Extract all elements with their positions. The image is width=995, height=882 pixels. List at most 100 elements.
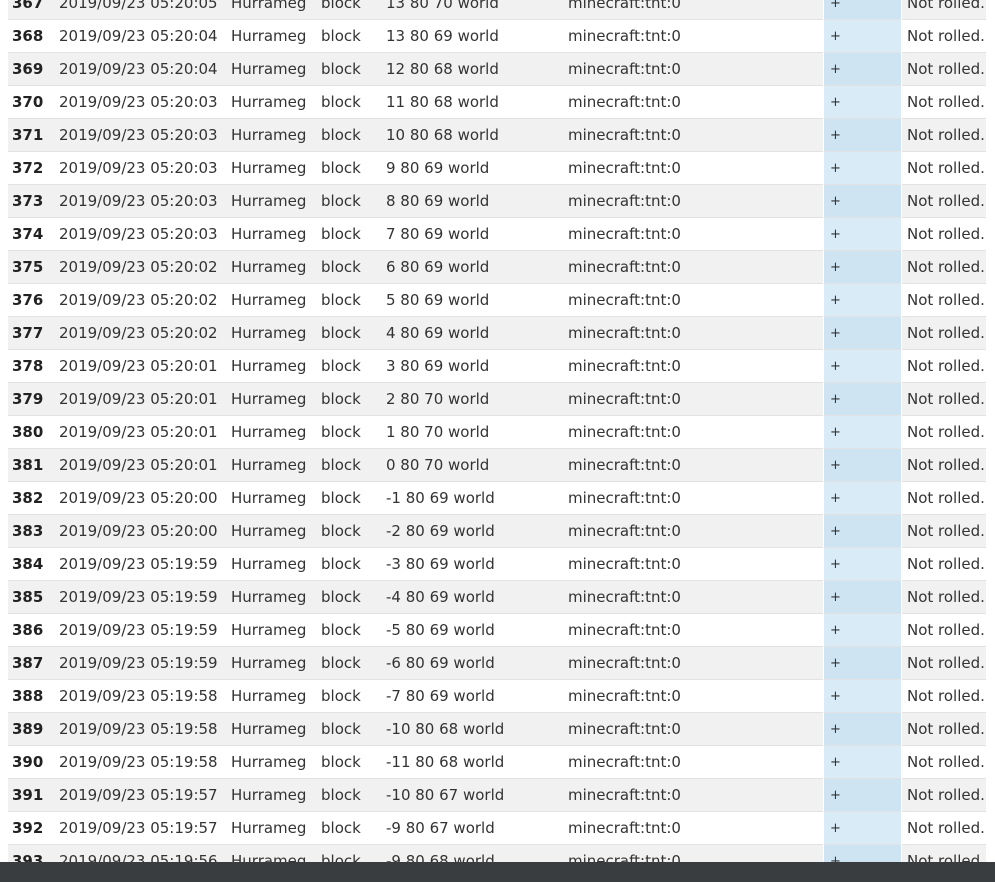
coordinates-cell: -4 80 69 world xyxy=(386,580,568,614)
rollback-button[interactable]: + xyxy=(823,580,902,614)
rollback-status-cell: Not rolled. xyxy=(901,712,986,746)
rollback-button[interactable]: + xyxy=(823,19,902,53)
user-cell: Hurrameg xyxy=(231,19,321,53)
item-cell: minecraft:tnt:0 xyxy=(568,448,815,482)
rollback-button[interactable]: + xyxy=(823,52,902,86)
spacer-cell xyxy=(815,316,824,350)
rollback-button[interactable]: + xyxy=(823,712,902,746)
spacer-cell xyxy=(815,679,824,713)
table-row: 389 2019/09/23 05:19:58 Hurrameg block -10 8… xyxy=(8,712,986,746)
rollback-button[interactable]: + xyxy=(823,349,902,383)
rollback-button[interactable]: + xyxy=(823,811,902,845)
action-cell: block xyxy=(321,811,386,845)
row-id: 393 xyxy=(8,844,59,862)
user-cell: Hurrameg xyxy=(231,646,321,680)
rollback-button[interactable]: + xyxy=(823,184,902,218)
rollback-button[interactable]: + xyxy=(823,613,902,647)
table-row: 390 2019/09/23 05:19:58 Hurrameg block -11 8… xyxy=(8,745,986,779)
action-cell: block xyxy=(321,778,386,812)
timestamp-cell: 2019/09/23 05:20:04 xyxy=(59,19,231,53)
row-id: 372 xyxy=(8,151,59,185)
table-row: 376 2019/09/23 05:20:02 Hurrameg block 5 80 … xyxy=(8,283,986,317)
action-cell: block xyxy=(321,316,386,350)
rollback-button[interactable]: + xyxy=(823,547,902,581)
coordinates-cell: 0 80 70 world xyxy=(386,448,568,482)
rollback-button[interactable]: + xyxy=(823,646,902,680)
coordinates-cell: -1 80 69 world xyxy=(386,481,568,515)
user-cell: Hurrameg xyxy=(231,712,321,746)
coordinates-cell: -5 80 69 world xyxy=(386,613,568,647)
coordinates-cell: -11 80 68 world xyxy=(386,745,568,779)
rollback-button[interactable]: + xyxy=(823,844,902,862)
rollback-button[interactable]: + xyxy=(823,745,902,779)
rollback-button[interactable]: + xyxy=(823,679,902,713)
table-row: 380 2019/09/23 05:20:01 Hurrameg block 1 80 … xyxy=(8,415,986,449)
row-id: 386 xyxy=(8,613,59,647)
rollback-button[interactable]: + xyxy=(823,283,902,317)
action-cell: block xyxy=(321,184,386,218)
rollback-button[interactable]: + xyxy=(823,481,902,515)
rollback-button[interactable]: + xyxy=(823,316,902,350)
user-cell: Hurrameg xyxy=(231,613,321,647)
spacer-cell xyxy=(815,514,824,548)
rollback-button[interactable]: + xyxy=(823,85,902,119)
rollback-status-cell: Not rolled. xyxy=(901,679,986,713)
row-id: 367 xyxy=(8,0,59,20)
spacer-cell xyxy=(815,844,824,862)
rollback-status-cell: Not rolled. xyxy=(901,415,986,449)
rollback-button[interactable]: + xyxy=(823,217,902,251)
user-cell: Hurrameg xyxy=(231,52,321,86)
action-cell: block xyxy=(321,679,386,713)
action-cell: block xyxy=(321,283,386,317)
rollback-button[interactable]: + xyxy=(823,250,902,284)
timestamp-cell: 2019/09/23 05:20:03 xyxy=(59,85,231,119)
table-row: 370 2019/09/23 05:20:03 Hurrameg block 11 80… xyxy=(8,85,986,119)
block-log-table: 367 2019/09/23 05:20:05 Hurrameg block 13 80… xyxy=(8,0,986,862)
row-id: 392 xyxy=(8,811,59,845)
row-id: 384 xyxy=(8,547,59,581)
rollback-status-cell: Not rolled. xyxy=(901,481,986,515)
coordinates-cell: 4 80 69 world xyxy=(386,316,568,350)
rollback-status-cell: Not rolled. xyxy=(901,547,986,581)
rollback-status-cell: Not rolled. xyxy=(901,316,986,350)
action-cell: block xyxy=(321,217,386,251)
coordinates-cell: -10 80 67 world xyxy=(386,778,568,812)
user-cell: Hurrameg xyxy=(231,184,321,218)
table-row: 383 2019/09/23 05:20:00 Hurrameg block -2 80… xyxy=(8,514,986,548)
row-id: 391 xyxy=(8,778,59,812)
action-cell: block xyxy=(321,415,386,449)
table-row: 369 2019/09/23 05:20:04 Hurrameg block 12 80… xyxy=(8,52,986,86)
timestamp-cell: 2019/09/23 05:20:03 xyxy=(59,184,231,218)
row-id: 379 xyxy=(8,382,59,416)
log-table-viewport[interactable]: 367 2019/09/23 05:20:05 Hurrameg block 13 80… xyxy=(0,0,995,862)
timestamp-cell: 2019/09/23 05:20:05 xyxy=(59,0,231,20)
rollback-button[interactable]: + xyxy=(823,0,902,20)
rollback-button[interactable]: + xyxy=(823,778,902,812)
rollback-button[interactable]: + xyxy=(823,448,902,482)
user-cell: Hurrameg xyxy=(231,811,321,845)
rollback-status-cell: Not rolled. xyxy=(901,151,986,185)
timestamp-cell: 2019/09/23 05:19:59 xyxy=(59,646,231,680)
rollback-button[interactable]: + xyxy=(823,415,902,449)
table-row: 374 2019/09/23 05:20:03 Hurrameg block 7 80 … xyxy=(8,217,986,251)
spacer-cell xyxy=(815,415,824,449)
rollback-status-cell: Not rolled. xyxy=(901,118,986,152)
coordinates-cell: 13 80 70 world xyxy=(386,0,568,20)
rollback-button[interactable]: + xyxy=(823,514,902,548)
table-row: 375 2019/09/23 05:20:02 Hurrameg block 6 80 … xyxy=(8,250,986,284)
rollback-status-cell: Not rolled. xyxy=(901,448,986,482)
rollback-button[interactable]: + xyxy=(823,382,902,416)
user-cell: Hurrameg xyxy=(231,151,321,185)
timestamp-cell: 2019/09/23 05:19:59 xyxy=(59,580,231,614)
coordinates-cell: 11 80 68 world xyxy=(386,85,568,119)
timestamp-cell: 2019/09/23 05:19:57 xyxy=(59,778,231,812)
action-cell: block xyxy=(321,118,386,152)
rollback-button[interactable]: + xyxy=(823,118,902,152)
coordinates-cell: 7 80 69 world xyxy=(386,217,568,251)
timestamp-cell: 2019/09/23 05:19:57 xyxy=(59,811,231,845)
rollback-button[interactable]: + xyxy=(823,151,902,185)
coordinates-cell: 2 80 70 world xyxy=(386,382,568,416)
rollback-status-cell: Not rolled. xyxy=(901,283,986,317)
table-row: 392 2019/09/23 05:19:57 Hurrameg block -9 80… xyxy=(8,811,986,845)
timestamp-cell: 2019/09/23 05:19:59 xyxy=(59,547,231,581)
